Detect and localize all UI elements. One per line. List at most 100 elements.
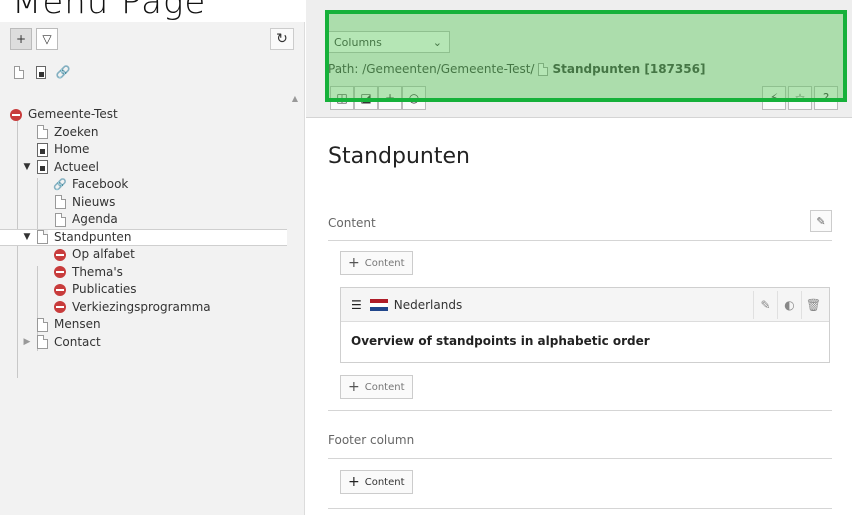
link-icon: 🔗: [53, 178, 67, 191]
add-content-button[interactable]: + Content: [340, 375, 413, 399]
breadcrumb: Path: /Gemeenten/Gemeente-Test/ Standpun…: [328, 62, 705, 76]
edit-pencil-icon[interactable]: ✎: [753, 291, 777, 319]
path-current-page: Standpunten [187356]: [552, 62, 706, 76]
shortcut-page-icon: [36, 160, 48, 175]
tree-node-label: Publicaties: [72, 282, 137, 296]
search-icon[interactable]: ○: [402, 86, 426, 110]
plus-icon: +: [348, 379, 360, 395]
tree-node[interactable]: Zoeken: [0, 124, 287, 142]
toggle-visibility-icon[interactable]: ◐: [777, 291, 801, 319]
doc-header-right-buttons: ⚡ ☆ ?: [762, 86, 838, 110]
tree-node[interactable]: Mensen: [0, 316, 287, 334]
tree-node-label: Home: [54, 142, 90, 156]
tree-node-label: Contact: [54, 334, 101, 349]
language-label: Nederlands: [393, 297, 463, 312]
restricted-page-icon: [54, 248, 66, 262]
list-icon: ☰: [351, 297, 362, 312]
shortcut-doktype-icon[interactable]: [34, 64, 48, 80]
app-root: + ▽ ↻ 🔗 ▲ Gemeente-Test Zoeken Home ▼ Ac…: [0, 0, 852, 515]
page-title: Standpunten: [328, 144, 470, 169]
tree-toolbar: + ▽: [10, 28, 58, 54]
tree-node[interactable]: ▼ Actueel: [0, 159, 287, 177]
trash-icon[interactable]: 🗑: [801, 291, 825, 319]
add-content-button[interactable]: + Content: [340, 470, 413, 494]
content-element-actions: ✎ ◐ 🗑: [753, 291, 825, 319]
tree-node[interactable]: Nieuws: [0, 194, 287, 212]
tree-node-label: Thema's: [72, 264, 123, 279]
column-divider: [328, 508, 832, 509]
column-label: Footer column: [328, 433, 415, 447]
expanded-arrow-icon[interactable]: ▼: [22, 229, 32, 247]
column-divider: [328, 458, 832, 459]
view-mode-value: Columns: [334, 35, 382, 49]
page-icon: [538, 62, 549, 76]
plus-icon: +: [348, 474, 360, 490]
content-area: Columns ⌄ Path: /Gemeenten/Gemeente-Test…: [306, 0, 852, 515]
scroll-up-icon[interactable]: ▲: [292, 94, 298, 103]
column-divider: [328, 240, 832, 241]
tree-node[interactable]: Publicaties: [0, 281, 287, 299]
page-icon: [36, 317, 48, 332]
plus-icon: +: [348, 255, 360, 271]
new-content-icon[interactable]: +: [378, 86, 402, 110]
dutch-flag-icon: [369, 298, 388, 311]
doc-header-buttons: ◫ ◪ + ○: [330, 86, 426, 110]
tree-node-label: Gemeente-Test: [28, 107, 118, 121]
page-doktype-icon[interactable]: [12, 64, 26, 80]
column-divider: [328, 410, 832, 411]
add-content-label: Content: [364, 381, 405, 393]
content-element-text[interactable]: Overview of standpoints in alphabetic or…: [341, 322, 829, 360]
view-mode-select[interactable]: Columns ⌄: [326, 31, 450, 53]
page-tree-panel: + ▽ ↻ 🔗 ▲ Gemeente-Test Zoeken Home ▼ Ac…: [0, 22, 305, 515]
tree-node[interactable]: Thema's: [0, 264, 287, 282]
tree-node-label: Verkiezingsprogramma: [72, 299, 211, 314]
content-element: ☰ Nederlands ✎ ◐ 🗑 Overview of standpoin…: [340, 287, 830, 363]
new-page-icon[interactable]: +: [10, 28, 32, 50]
tree-node-label: Nieuws: [72, 194, 116, 209]
tree-node-selected[interactable]: ▼ Standpunten: [0, 228, 287, 247]
view-page-icon[interactable]: ◫: [330, 86, 354, 110]
tree-node[interactable]: Gemeente-Test: [0, 106, 287, 124]
tree-node-label: Zoeken: [54, 124, 99, 139]
refresh-icon[interactable]: ↻: [270, 28, 294, 50]
tree-node[interactable]: Agenda: [0, 211, 287, 229]
clear-cache-icon[interactable]: ⚡: [762, 86, 786, 110]
bookmark-star-icon[interactable]: ☆: [788, 86, 812, 110]
page-icon: [36, 125, 48, 140]
collapsed-arrow-icon[interactable]: ▶: [22, 334, 32, 352]
tree-node[interactable]: ▶ Contact: [0, 334, 287, 352]
home-page-icon: [36, 142, 48, 157]
tree-node[interactable]: Verkiezingsprogramma: [0, 299, 287, 317]
help-icon[interactable]: ?: [814, 86, 838, 110]
column-label: Content: [328, 216, 376, 230]
page-icon: [54, 212, 66, 227]
add-content-label: Content: [364, 476, 405, 488]
doktype-toolbar: 🔗: [12, 64, 70, 80]
restricted-page-icon: [54, 265, 66, 279]
page-tree: Gemeente-Test Zoeken Home ▼ Actueel 🔗 Fa…: [0, 106, 287, 378]
tree-node[interactable]: Op alfabet: [0, 246, 287, 264]
site-root-icon: [10, 108, 22, 122]
expanded-arrow-icon[interactable]: ▼: [22, 159, 32, 177]
page-icon: [54, 195, 66, 210]
tree-node-label: Op alfabet: [72, 247, 135, 261]
doc-header: Columns ⌄ Path: /Gemeenten/Gemeente-Test…: [306, 0, 852, 118]
edit-column-icon[interactable]: ✎: [810, 210, 832, 232]
tree-node[interactable]: Home: [0, 141, 287, 159]
add-content-label: Content: [364, 257, 405, 269]
tree-node-label: Standpunten: [54, 229, 132, 244]
tree-node-label: Facebook: [72, 177, 129, 191]
filter-icon[interactable]: ▽: [36, 28, 58, 50]
edit-page-properties-icon[interactable]: ◪: [354, 86, 378, 110]
chevron-down-icon: ⌄: [432, 35, 442, 49]
tree-node-label: Mensen: [54, 317, 101, 331]
page-icon: [36, 230, 48, 245]
tree-node[interactable]: 🔗 Facebook: [0, 176, 287, 194]
tree-node-label: Actueel: [54, 159, 100, 174]
page-icon: [36, 335, 48, 350]
add-content-button[interactable]: + Content: [340, 251, 413, 275]
link-doktype-icon[interactable]: 🔗: [56, 64, 71, 80]
path-label: Path: /Gemeenten/Gemeente-Test/: [328, 62, 535, 76]
restricted-page-icon: [54, 283, 66, 297]
restricted-page-icon: [54, 300, 66, 314]
